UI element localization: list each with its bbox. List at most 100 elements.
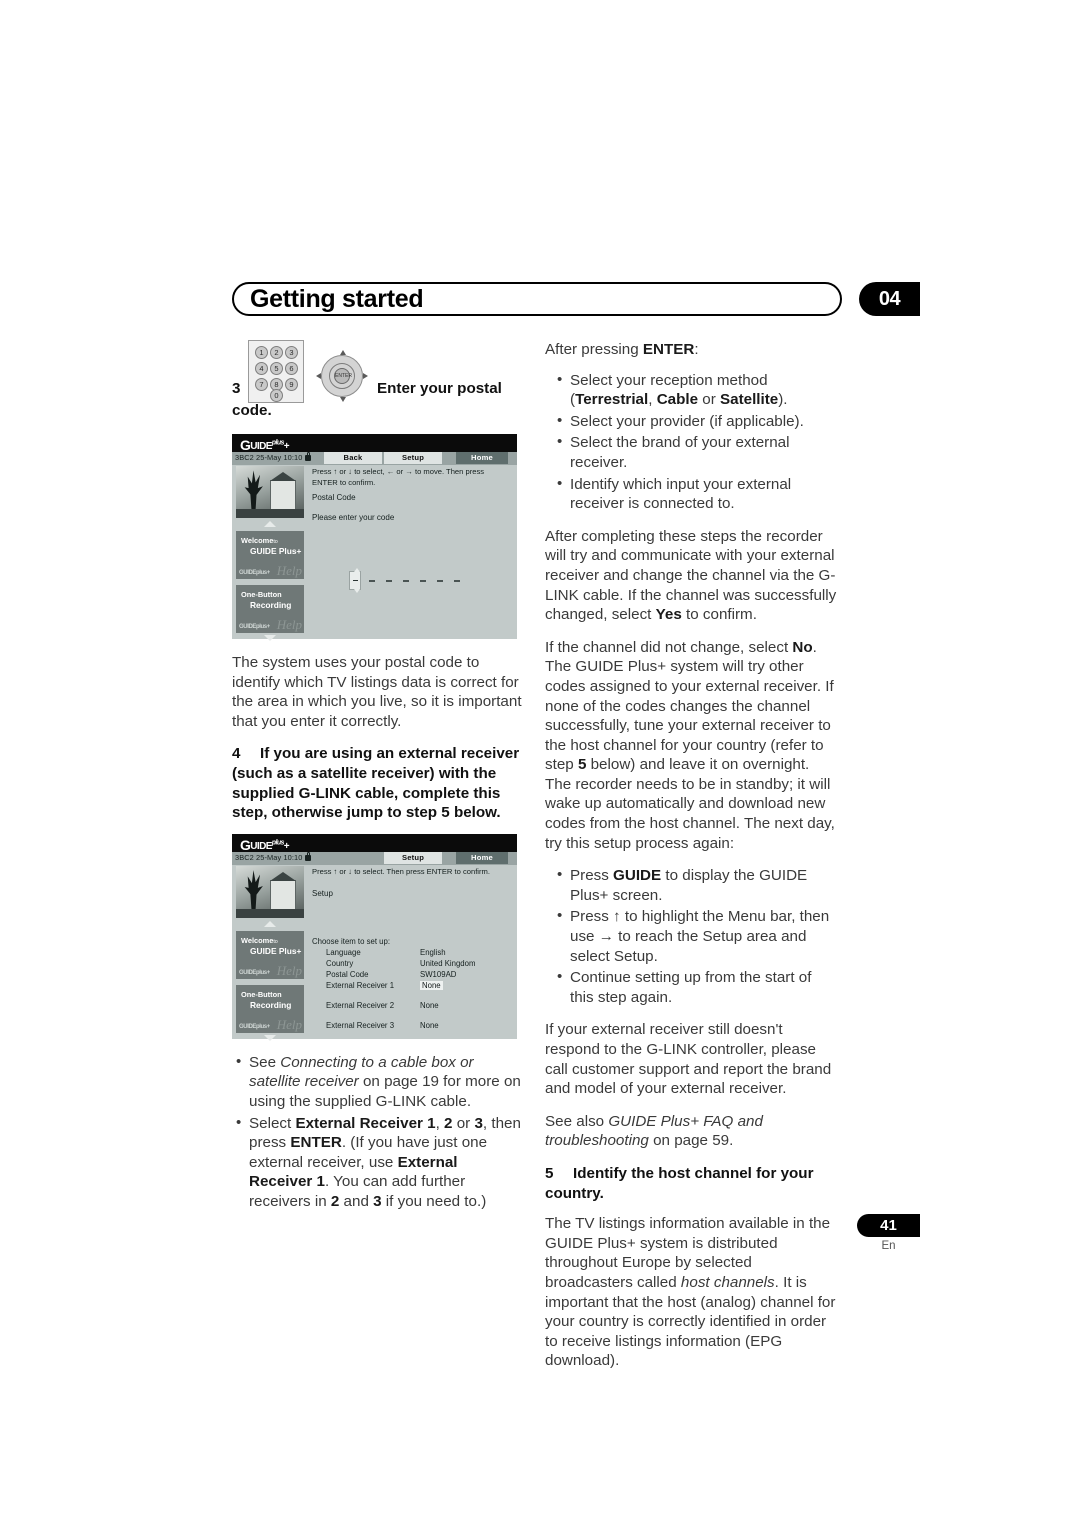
setup-row-country[interactable]: Country United Kingdom bbox=[312, 959, 512, 970]
screenshot2-home-button[interactable]: Home bbox=[456, 851, 508, 864]
one-button-recording-card[interactable]: Help One-Button Recording GUIDEplus+ bbox=[236, 984, 304, 1033]
list-item: Select External Receiver 1, 2 or 3, then… bbox=[232, 1113, 525, 1212]
language-code: En bbox=[881, 1240, 896, 1252]
code-digit-slot[interactable] bbox=[437, 580, 443, 582]
list-item: Press GUIDE to display the GUIDE Plus+ s… bbox=[545, 865, 838, 905]
setup-item-list: Choose item to set up: Language English … bbox=[312, 937, 512, 1032]
text-run: ). bbox=[778, 391, 788, 409]
guide-plus-logo-bar: GUIDEplus+ bbox=[232, 833, 517, 853]
code-digit-active[interactable] bbox=[349, 568, 361, 593]
para-tv-listings: The TV listings information available in… bbox=[545, 1214, 838, 1371]
emphasis-bold: External Receiver 1 bbox=[295, 1114, 436, 1132]
text-run: If the channel did not change, select bbox=[545, 638, 793, 656]
text-run: or bbox=[698, 391, 720, 409]
screenshot1-prompt: Please enter your code bbox=[312, 513, 395, 522]
text-run: on page 59. bbox=[648, 1132, 734, 1150]
welcome-card[interactable]: Help Welcometo GUIDE Plus+ GUIDEplus+ bbox=[236, 930, 304, 979]
text-run: Select bbox=[249, 1114, 296, 1132]
screenshot1-section-title: Postal Code bbox=[312, 493, 356, 502]
list-item: Press ↑ to highlight the Menu bar, then … bbox=[545, 906, 838, 966]
lock-icon bbox=[305, 452, 312, 461]
scroll-down-arrow[interactable] bbox=[264, 1034, 276, 1041]
step-3-text-cont: code. bbox=[232, 402, 272, 419]
setup-row-postal-code[interactable]: Postal Code SW109AD bbox=[312, 970, 512, 981]
text-run: and bbox=[339, 1192, 374, 1210]
setup-row-external-receiver-2[interactable]: External Receiver 2 None bbox=[312, 1001, 512, 1012]
card-mini-logo: GUIDEplus+ bbox=[239, 969, 270, 976]
code-digit-slot[interactable] bbox=[454, 580, 460, 582]
setup-row-external-receiver-1[interactable]: External Receiver 1 None bbox=[312, 980, 512, 992]
guide-plus-logo: GUIDEplus+ bbox=[240, 437, 290, 453]
scroll-down-arrow[interactable] bbox=[264, 635, 276, 641]
keypad-key-1[interactable]: 1 bbox=[255, 346, 268, 359]
manual-page: Getting started 04 1234567890 ENTER 3 En… bbox=[232, 282, 920, 1369]
screenshot2-body: Press ↑ or ↓ to select. Then press ENTER… bbox=[232, 865, 517, 1041]
keypad-key-2[interactable]: 2 bbox=[270, 346, 283, 359]
step-3-text: Enter your postal bbox=[377, 380, 502, 397]
setup-value-selected: None bbox=[420, 980, 443, 990]
channel-info: 3BC2 25-May 10:10 bbox=[235, 452, 312, 462]
welcome-card-line1: Welcometo bbox=[241, 935, 278, 945]
screenshot1-setup-button[interactable]: Setup bbox=[384, 452, 442, 464]
list-item: Identify which input your external recei… bbox=[545, 474, 838, 514]
page-number: 41 bbox=[857, 1214, 920, 1237]
setup-row-language[interactable]: Language English bbox=[312, 948, 512, 959]
emphasis-bold: Yes bbox=[655, 606, 682, 624]
setup-label: Postal Code bbox=[326, 969, 369, 979]
setup-value: SW109AD bbox=[420, 969, 457, 979]
list-item: Select the brand of your external receiv… bbox=[545, 432, 838, 472]
step-5-heading: 5 Identify the host channel for your coun… bbox=[545, 1164, 838, 1203]
text-run: . The GUIDE Plus+ system will try other … bbox=[545, 638, 834, 774]
guide-plus-logo: GUIDEplus+ bbox=[240, 836, 290, 853]
retry-bullet-list: Press GUIDE to display the GUIDE Plus+ s… bbox=[545, 865, 838, 1007]
scroll-up-arrow[interactable] bbox=[264, 920, 276, 927]
scroll-up-arrow[interactable] bbox=[264, 521, 276, 527]
step-4-heading: 4 If you are using an external receiver (… bbox=[232, 744, 525, 822]
numeric-keypad-icon: 1234567890 bbox=[248, 340, 304, 403]
help-watermark: Help bbox=[276, 1016, 302, 1032]
one-button-recording-card[interactable]: Help One-Button Recording GUIDEplus+ bbox=[236, 585, 304, 633]
code-digit-slot[interactable] bbox=[369, 580, 375, 582]
text-run: Select the brand of your external receiv… bbox=[570, 434, 790, 471]
keypad-key-7[interactable]: 7 bbox=[255, 378, 268, 391]
code-digit-slot[interactable] bbox=[403, 580, 409, 582]
code-digit-slot[interactable] bbox=[420, 580, 426, 582]
recording-card-line2: Recording bbox=[250, 999, 292, 1010]
setup-row-external-receiver-3[interactable]: External Receiver 3 None bbox=[312, 1021, 512, 1032]
emphasis-bold: 3 bbox=[474, 1114, 483, 1132]
keypad-key-3[interactable]: 3 bbox=[285, 346, 298, 359]
screenshot1-home-button[interactable]: Home bbox=[456, 452, 508, 464]
after-enter-intro: After pressing ENTER: bbox=[545, 341, 699, 358]
keypad-key-5[interactable]: 5 bbox=[270, 362, 283, 375]
card-mini-logo: GUIDEplus+ bbox=[239, 1023, 270, 1030]
emphasis-bold: 3 bbox=[373, 1192, 382, 1210]
code-digit-slot[interactable] bbox=[386, 580, 392, 582]
keypad-key-9[interactable]: 9 bbox=[285, 378, 298, 391]
step-4-number: 4 bbox=[232, 745, 241, 763]
screenshot1-menu-bar: 3BC2 25-May 10:10 Back Setup Home bbox=[232, 452, 517, 465]
welcome-card[interactable]: Help Welcometo GUIDE Plus+ GUIDEplus+ bbox=[236, 531, 304, 579]
setup-value: United Kingdom bbox=[420, 958, 476, 968]
step-3-heading: 1234567890 ENTER 3 Enter your postal cod… bbox=[232, 340, 525, 428]
page-title: Getting started bbox=[250, 285, 424, 313]
keypad-key-0[interactable]: 0 bbox=[270, 389, 283, 402]
card-mini-logo: GUIDEplus+ bbox=[239, 570, 270, 576]
para-still-not-respond: If your external receiver still doesn't … bbox=[545, 1020, 838, 1098]
keypad-key-6[interactable]: 6 bbox=[285, 362, 298, 375]
step-3-number: 3 bbox=[232, 380, 241, 397]
keypad-key-4[interactable]: 4 bbox=[255, 362, 268, 375]
screenshot2-section-title: Setup bbox=[312, 888, 333, 898]
setup-value: None bbox=[420, 1000, 439, 1010]
setup-label: Country bbox=[326, 958, 354, 968]
para-see-also: See also GUIDE Plus+ FAQ and troubleshoo… bbox=[545, 1112, 838, 1151]
left-column: 1234567890 ENTER 3 Enter your postal cod… bbox=[232, 340, 525, 1225]
screenshot2-setup-button[interactable]: Setup bbox=[384, 851, 442, 864]
page-footer: 41 En bbox=[857, 1214, 920, 1252]
step-4-text: If you are using an external receiver (s… bbox=[232, 745, 520, 822]
step-5-number: 5 bbox=[545, 1164, 554, 1182]
text-run: below) and leave it on overnight. The re… bbox=[545, 756, 835, 852]
screenshot-postal-code: GUIDEplus+ 3BC2 25-May 10:10 Back Setup … bbox=[232, 434, 517, 641]
screenshot1-back-button[interactable]: Back bbox=[324, 452, 382, 464]
enter-key-label: ENTER bbox=[642, 341, 695, 358]
preview-thumbnail bbox=[236, 865, 304, 918]
